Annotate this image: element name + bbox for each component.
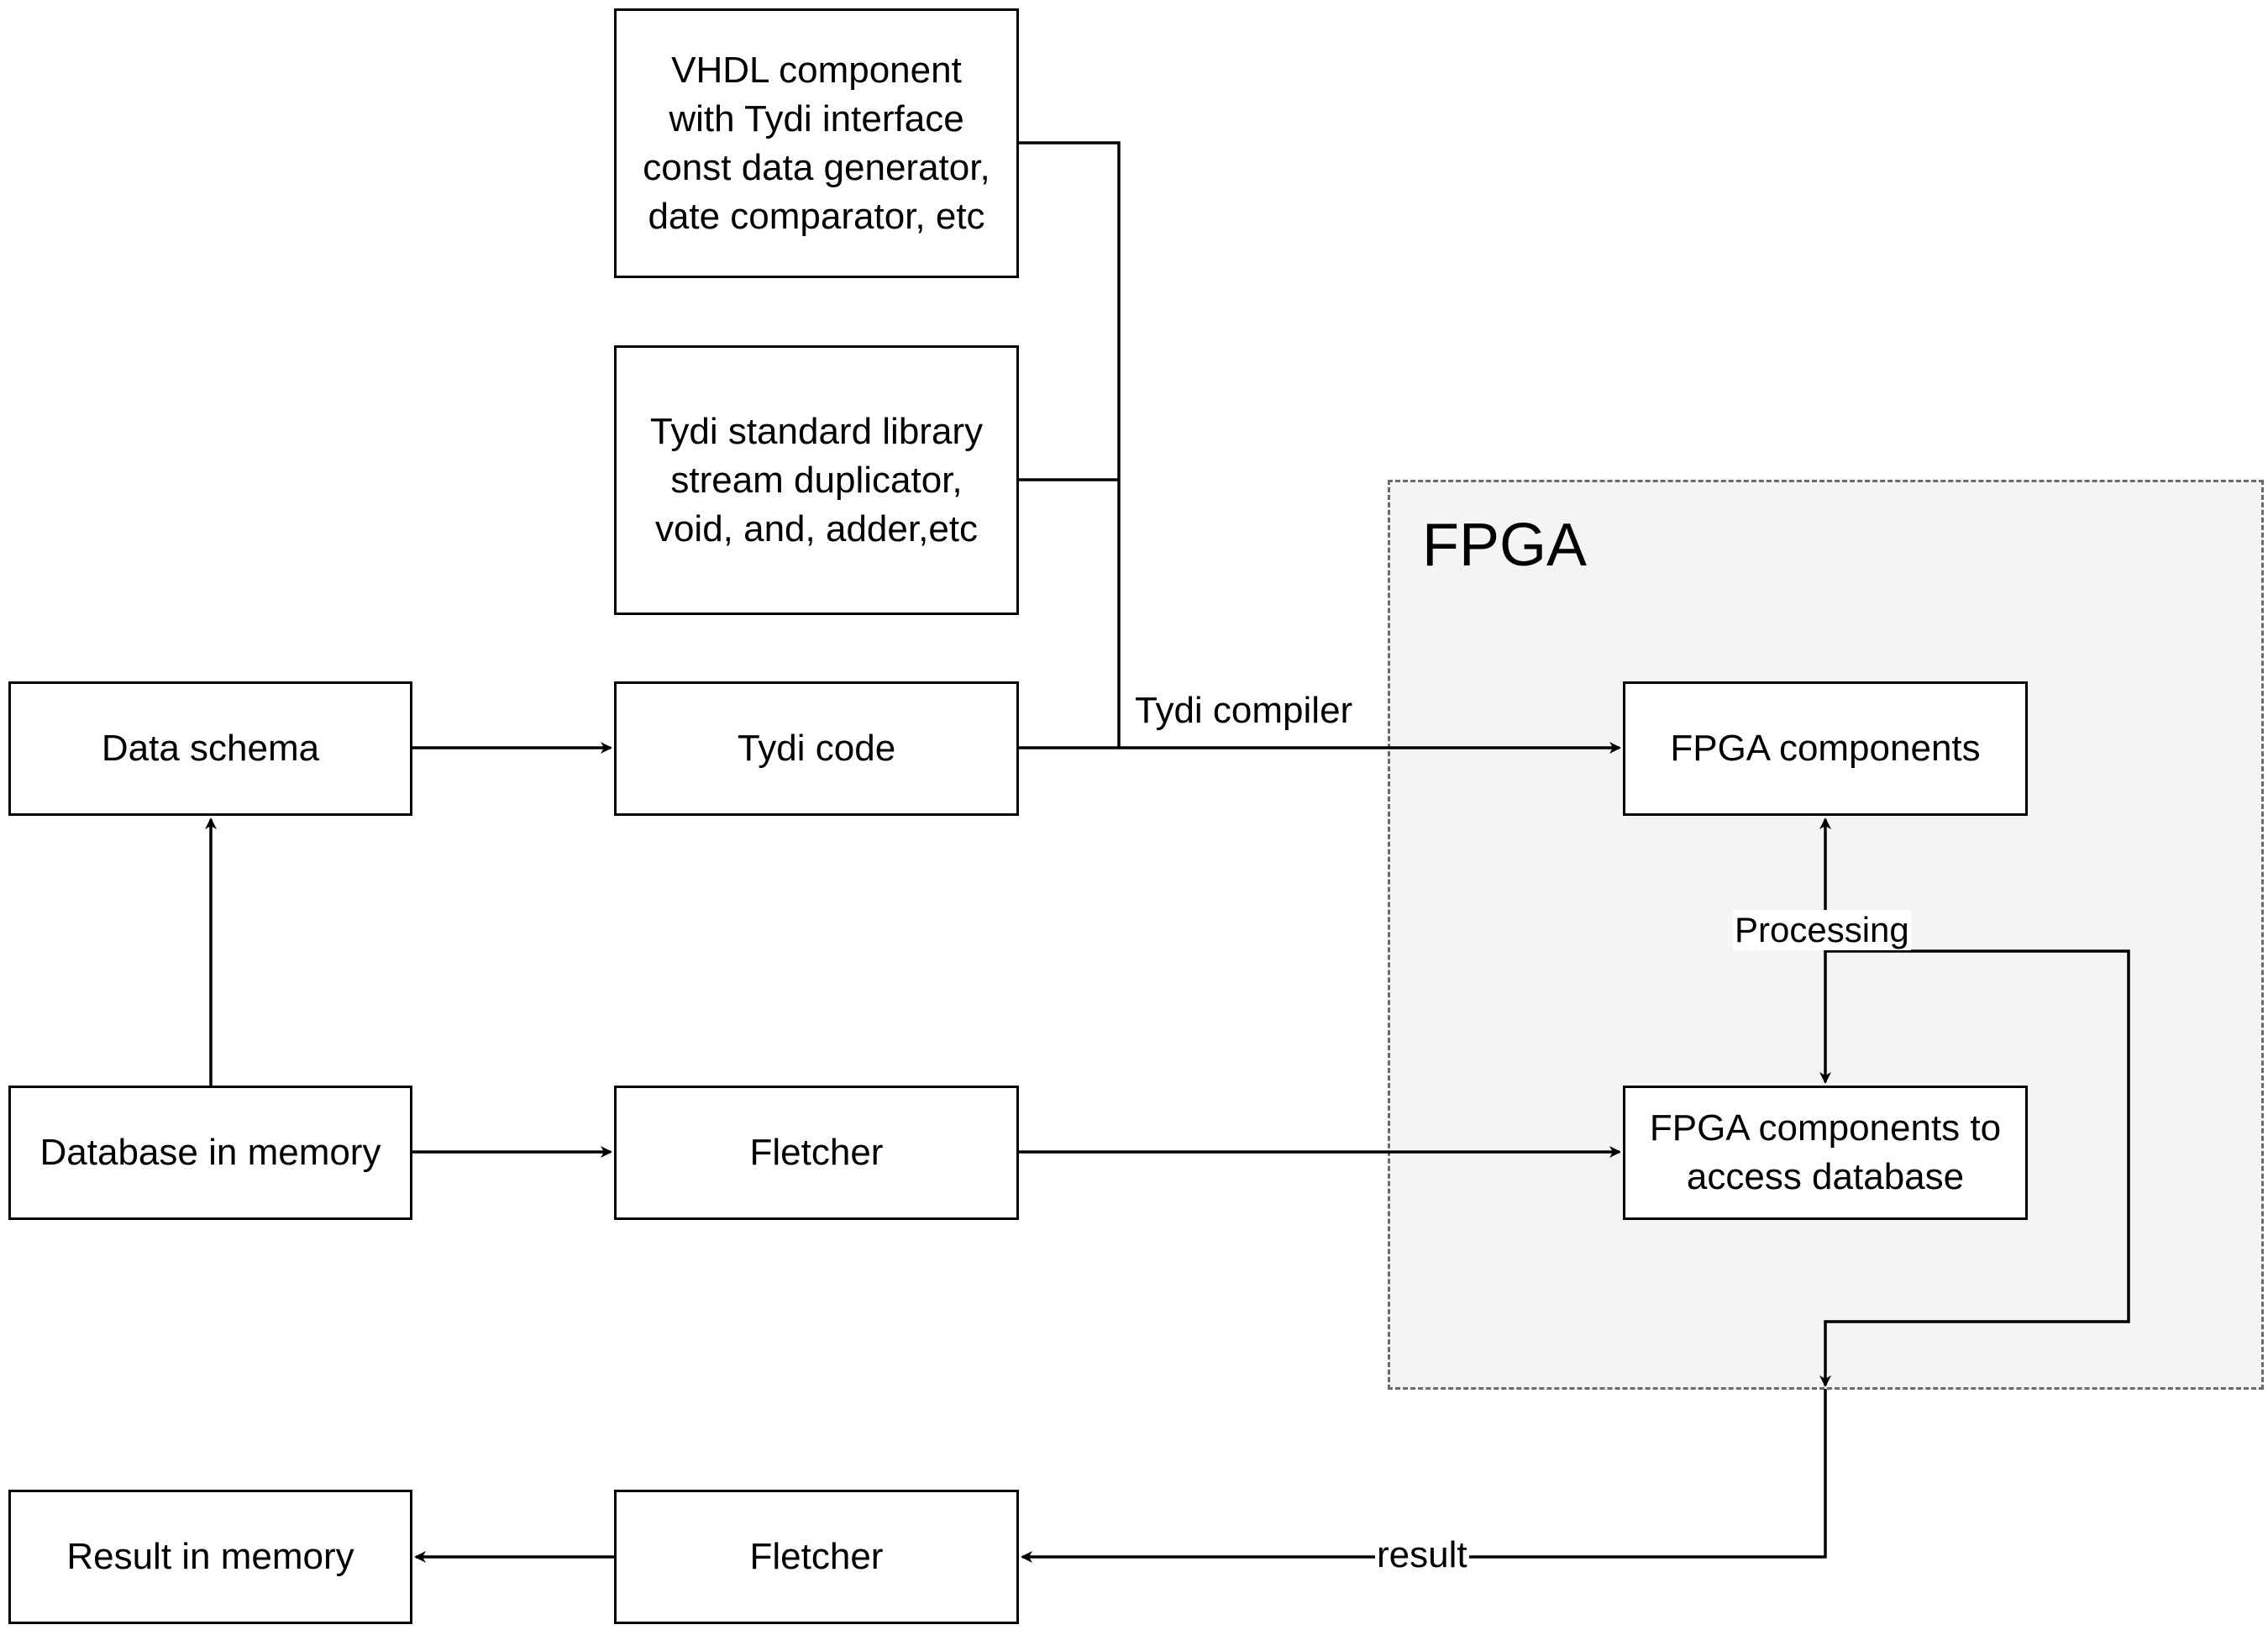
processing-label: Processing <box>1733 910 1911 950</box>
result-in-memory-node: Result in memory <box>8 1490 412 1624</box>
tydi-stdlib-node: Tydi standard library stream duplicator,… <box>614 345 1019 615</box>
data-schema-node: Data schema <box>8 681 412 816</box>
edge-vhdl-bus <box>1019 141 1121 748</box>
edge-result <box>1021 1389 1827 1563</box>
vhdl-component-node: VHDL component with Tydi interface const… <box>614 8 1019 278</box>
fpga-access-node: FPGA components to access database <box>1623 1086 2028 1220</box>
fpga-components-node: FPGA components <box>1623 681 2028 816</box>
fletcher-output-node: Fletcher <box>614 1490 1019 1624</box>
result-label: result <box>1375 1534 1469 1576</box>
database-in-memory-node: Database in memory <box>8 1086 412 1220</box>
tydi-code-node: Tydi code <box>614 681 1019 816</box>
fletcher-input-node: Fletcher <box>614 1086 1019 1220</box>
tydi-compiler-label: Tydi compiler <box>1135 690 1353 731</box>
